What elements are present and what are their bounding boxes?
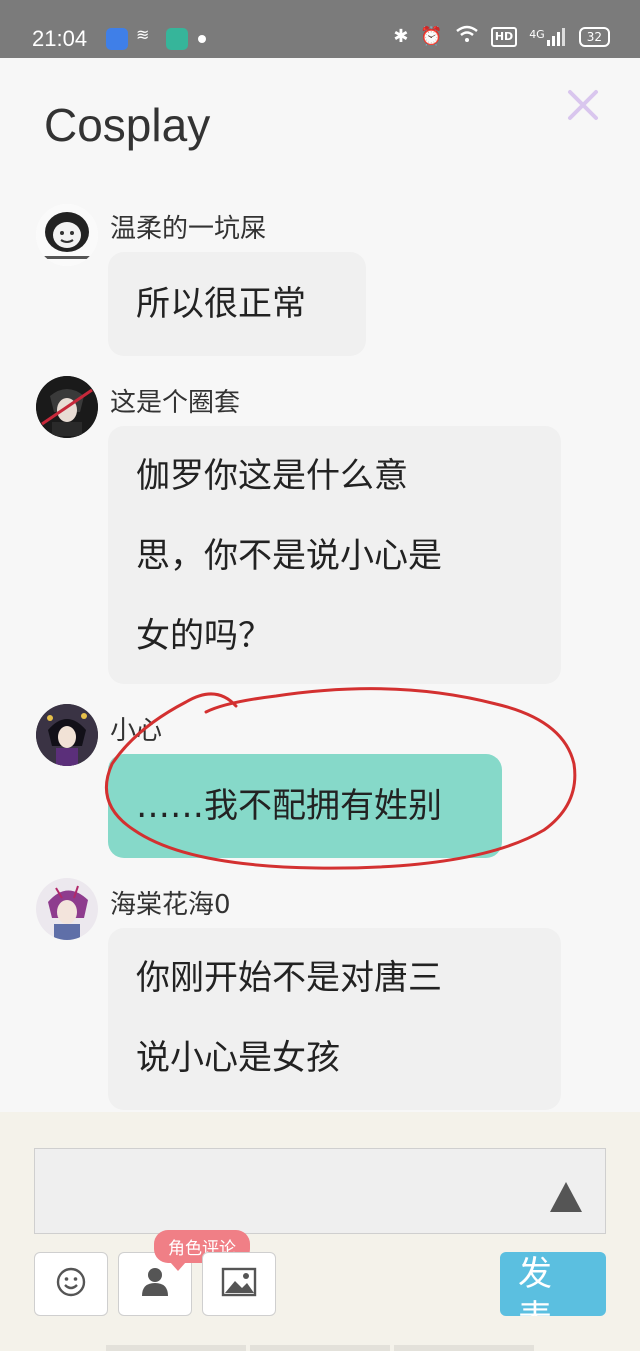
avatar[interactable] bbox=[36, 878, 98, 940]
image-button[interactable] bbox=[202, 1252, 276, 1316]
image-icon bbox=[221, 1267, 257, 1301]
hd-icon: HD bbox=[490, 26, 518, 47]
comment-input[interactable] bbox=[34, 1148, 606, 1234]
avatar[interactable] bbox=[36, 204, 98, 266]
status-time: 21:04 bbox=[32, 26, 88, 51]
page-title: Cosplay bbox=[44, 99, 211, 151]
message-username: 海棠花海0 bbox=[110, 890, 231, 920]
message-username: 温柔的一坑屎 bbox=[110, 214, 267, 244]
avatar[interactable] bbox=[36, 704, 98, 766]
nav-strip bbox=[394, 1345, 534, 1351]
avatar[interactable] bbox=[36, 376, 98, 438]
message-bubble: 所以很正常 bbox=[108, 252, 366, 356]
smiley-icon bbox=[55, 1266, 87, 1302]
message-line: 伽罗你这是什么意 bbox=[136, 456, 408, 496]
message-bubble: 你刚开始不是对唐三 说小心是女孩 bbox=[108, 928, 561, 1110]
publish-label-1: 发 bbox=[518, 1254, 552, 1294]
app-notification-icon-3 bbox=[166, 28, 188, 50]
message-line: 思，你不是说小心是 bbox=[136, 536, 442, 576]
app-notification-icon bbox=[106, 28, 128, 50]
nav-strip bbox=[106, 1345, 246, 1351]
app-notification-icon-2: ≋ bbox=[136, 25, 150, 44]
publish-label-2: 表 bbox=[518, 1296, 606, 1316]
network-type: 4G bbox=[529, 27, 545, 41]
message-username: 这是个圈套 bbox=[110, 388, 241, 418]
message-line: 女的吗？ bbox=[136, 616, 272, 656]
publish-button[interactable]: 发 表 bbox=[500, 1252, 606, 1316]
wifi-icon bbox=[455, 25, 479, 48]
signal-icon: 4G bbox=[529, 27, 567, 46]
message-username: 小心 bbox=[110, 716, 163, 746]
send-arrow-icon[interactable] bbox=[548, 1180, 584, 1214]
emoji-button[interactable] bbox=[34, 1252, 108, 1316]
message-bubble: 伽罗你这是什么意 思，你不是说小心是 女的吗？ bbox=[108, 426, 561, 684]
status-bar: 21:04 ≋ ✱ ⏰ HD 4G 32 bbox=[0, 0, 640, 58]
alarm-icon: ⏰ bbox=[420, 26, 443, 47]
nav-strip bbox=[250, 1345, 390, 1351]
more-notifications-dot bbox=[198, 35, 206, 43]
message-bubble: ……我不配拥有姓别 bbox=[108, 754, 502, 858]
message-line: 你刚开始不是对唐三 bbox=[136, 958, 442, 998]
bluetooth-icon: ✱ bbox=[393, 26, 409, 47]
message-line: 说小心是女孩 bbox=[136, 1038, 340, 1078]
user-icon bbox=[140, 1266, 170, 1302]
battery-icon: 32 bbox=[578, 26, 610, 47]
close-icon[interactable] bbox=[566, 88, 600, 122]
